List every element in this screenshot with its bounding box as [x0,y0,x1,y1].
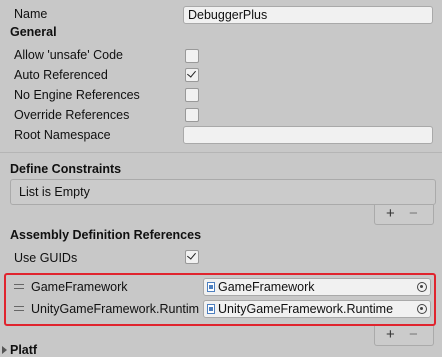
no-engine-references-checkbox[interactable] [185,88,199,102]
checkmark-icon [187,68,196,78]
use-guids-checkbox[interactable] [185,250,199,264]
empty-list-text: List is Empty [19,185,90,199]
highlight-box [4,273,436,326]
define-constraints-header: Define Constraints [10,162,122,176]
allow-unsafe-label: Allow 'unsafe' Code [14,48,124,62]
use-guids-label: Use GUIDs [14,251,78,265]
platforms-header: Platf [10,343,38,357]
no-engine-references-label: No Engine References [14,88,140,102]
auto-referenced-checkbox[interactable] [185,68,199,82]
assembly-refs-footer: + − [374,326,434,346]
define-constraints-list: List is Empty [10,179,436,205]
remove-reference-button[interactable]: − [409,327,418,343]
checkmark-icon [187,250,196,260]
root-namespace-field[interactable] [183,126,433,144]
override-references-label: Override References [14,108,130,122]
auto-referenced-label: Auto Referenced [14,68,108,82]
name-label: Name [14,7,48,21]
remove-constraint-button[interactable]: − [409,206,418,222]
foldout-arrow-icon[interactable] [2,346,8,354]
general-header: General [10,25,57,39]
section-divider [0,152,442,153]
allow-unsafe-checkbox[interactable] [185,49,199,63]
override-references-checkbox[interactable] [185,108,199,122]
add-constraint-button[interactable]: + [386,206,395,222]
root-namespace-label: Root Namespace [14,128,111,142]
assembly-refs-header: Assembly Definition References [10,228,202,242]
name-field[interactable]: DebuggerPlus [183,6,433,24]
add-reference-button[interactable]: + [386,327,395,343]
define-constraints-footer: + − [374,205,434,225]
